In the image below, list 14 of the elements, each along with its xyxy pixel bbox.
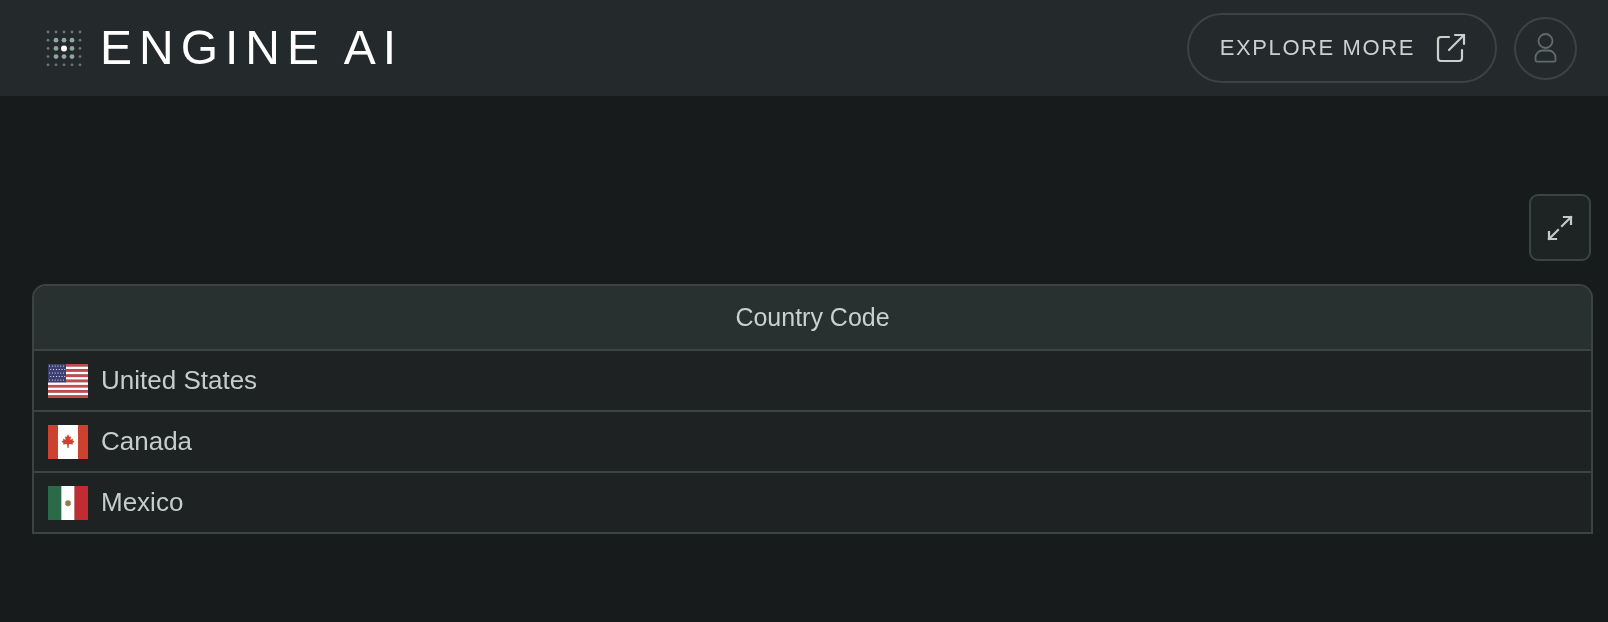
account-button[interactable]	[1514, 16, 1577, 80]
column-header: Country Code	[34, 286, 1591, 349]
country-name: United States	[101, 365, 258, 396]
external-link-icon	[1435, 32, 1467, 64]
us-flag-icon	[48, 363, 88, 398]
expand-icon	[1547, 214, 1573, 241]
expand-button[interactable]	[1529, 194, 1591, 261]
country-name: Canada	[101, 426, 193, 457]
explore-more-button[interactable]: EXPLORE MORE	[1186, 13, 1497, 83]
mexico-flag-icon	[48, 485, 88, 520]
canada-flag-icon	[48, 424, 88, 459]
country-name: Mexico	[101, 487, 184, 518]
user-icon	[1534, 33, 1557, 63]
logo-text: ENGINE AI	[100, 24, 404, 72]
